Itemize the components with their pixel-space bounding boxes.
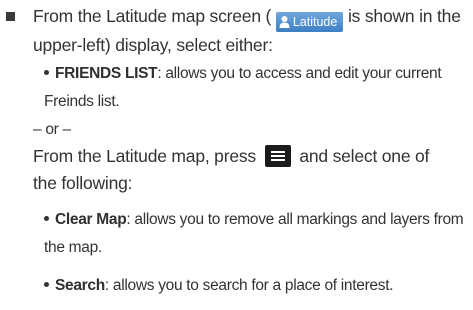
step-paragraph: From the Latitude map screen ( Latitude … (33, 3, 471, 59)
clear-map-desc: : allows you to remove all markings and … (126, 211, 464, 228)
friends-list-desc-line2: Freinds list. (44, 93, 120, 110)
friends-list-term: FRIENDS LIST (55, 65, 158, 82)
friends-list-desc: : allows you to access and edit your cur… (157, 65, 442, 82)
clear-map-desc-line2: the map. (44, 239, 102, 256)
menu-step-text-line2: the following: (33, 173, 133, 193)
search-desc: : allows you to search for a place of in… (104, 277, 394, 294)
friends-list-item: FRIENDS LIST: allows you to access and e… (44, 60, 442, 87)
search-item: Search: allows you to search for a place… (44, 272, 394, 299)
dot-bullet-icon (44, 70, 49, 75)
latitude-badge: Latitude (275, 12, 344, 32)
latitude-badge-label: Latitude (292, 15, 338, 29)
clear-map-term: Clear Map (55, 211, 127, 228)
person-pin-icon (279, 16, 290, 28)
or-divider: – or – (33, 121, 71, 138)
square-bullet-icon (6, 12, 15, 21)
clear-map-item: Clear Map: allows you to remove all mark… (44, 206, 464, 233)
dot-bullet-icon (44, 282, 49, 287)
dot-bullet-icon (44, 216, 49, 221)
menu-step-text-after: and select one of (299, 146, 430, 166)
menu-key-icon (264, 145, 291, 167)
menu-step-text-before: From the Latitude map, press (33, 146, 256, 166)
step-text-before: From the Latitude map screen ( (33, 6, 272, 26)
search-term: Search (55, 277, 105, 294)
menu-step-paragraph: From the Latitude map, press and select … (33, 143, 471, 197)
